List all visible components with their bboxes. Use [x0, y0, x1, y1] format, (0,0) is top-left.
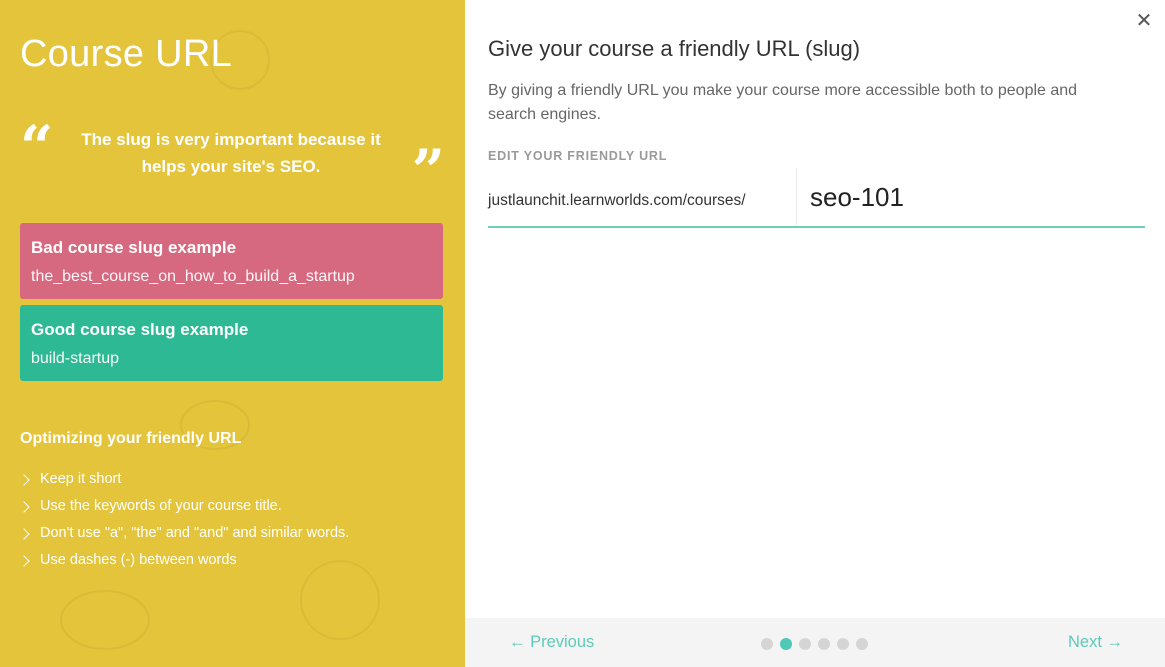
good-slug-example-card: Good course slug example build-startup	[20, 305, 443, 381]
chevron-right-icon	[18, 473, 30, 486]
slug-input[interactable]	[797, 168, 1145, 226]
seo-quote: “ The slug is very important because it …	[20, 118, 445, 200]
step-dot-1[interactable]	[761, 638, 773, 650]
tip-item: Don't use "a", "the" and "and" and simil…	[18, 520, 350, 547]
chevron-right-icon	[18, 527, 30, 540]
step-dot-5[interactable]	[837, 638, 849, 650]
form-panel: ✕ Give your course a friendly URL (slug)…	[465, 0, 1165, 667]
previous-button[interactable]: ← Previous	[509, 632, 594, 652]
close-icon[interactable]: ✕	[1135, 10, 1153, 32]
good-slug-value: build-startup	[31, 350, 120, 367]
bad-slug-value: the_best_course_on_how_to_build_a_startu…	[31, 268, 355, 285]
next-button[interactable]: Next →	[1068, 632, 1123, 652]
tips-heading: Optimizing your friendly URL	[20, 430, 242, 447]
step-dot-3[interactable]	[799, 638, 811, 650]
tip-text: Don't use "a", "the" and "and" and simil…	[40, 525, 350, 541]
bad-slug-example-card: Bad course slug example the_best_course_…	[20, 223, 443, 299]
url-field: justlaunchit.learnworlds.com/courses/	[488, 168, 1145, 228]
step-dot-6[interactable]	[856, 638, 868, 650]
form-description: By giving a friendly URL you make your c…	[488, 82, 1078, 123]
tip-text: Use the keywords of your course title.	[40, 498, 282, 514]
quote-text: The slug is very important because it he…	[81, 130, 381, 176]
good-slug-title: Good course slug example	[31, 320, 249, 339]
bad-slug-title: Bad course slug example	[31, 238, 237, 257]
tips-list: Keep it short Use the keywords of your c…	[18, 466, 350, 574]
info-panel: Course URL “ The slug is very important …	[0, 0, 465, 667]
step-indicator	[761, 638, 868, 650]
wizard-footer: ← Previous Next →	[465, 618, 1165, 667]
url-field-label: EDIT YOUR FRIENDLY URL	[488, 149, 668, 163]
chevron-right-icon	[18, 554, 30, 567]
panel-title: Course URL	[20, 33, 233, 75]
open-quote-icon: “	[20, 113, 54, 181]
tip-item: Use dashes (-) between words	[18, 547, 349, 574]
form-title: Give your course a friendly URL (slug)	[488, 36, 861, 61]
close-quote-icon: ”	[411, 137, 445, 205]
tip-text: Keep it short	[40, 471, 122, 487]
step-dot-2[interactable]	[780, 638, 792, 650]
tip-text: Use dashes (-) between words	[40, 552, 237, 568]
background-doodle	[60, 590, 150, 650]
step-dot-4[interactable]	[818, 638, 830, 650]
tip-item: Keep it short	[18, 466, 349, 493]
chevron-right-icon	[18, 500, 30, 513]
tip-item: Use the keywords of your course title.	[18, 493, 349, 520]
url-prefix: justlaunchit.learnworlds.com/courses/	[488, 168, 797, 226]
